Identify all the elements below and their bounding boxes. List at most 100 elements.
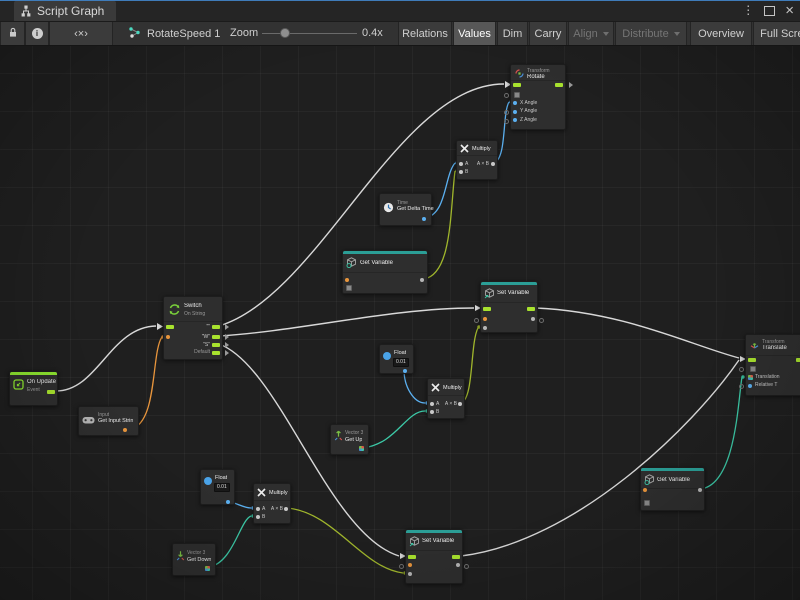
value-out-port[interactable]	[456, 563, 460, 567]
b-in-port[interactable]	[430, 410, 434, 414]
relative-to-in-port[interactable]	[748, 384, 752, 388]
node-translate[interactable]: Transform Translate Translation Relative…	[745, 334, 800, 396]
a-in-port[interactable]	[459, 162, 463, 166]
kebab-menu-icon[interactable]: ⋮	[742, 0, 754, 21]
node-rotate[interactable]: Transform Rotate X Angle Y Angle Z Angle	[510, 64, 566, 130]
name-in-port[interactable]	[408, 563, 412, 567]
tab-bar: Script Graph ⋮ ×	[0, 0, 800, 22]
variable-kind-icon[interactable]	[644, 500, 650, 506]
graph-canvas[interactable]: On Update Event Input Get Input Strin Sw…	[0, 45, 800, 600]
z-angle-label: Z Angle	[520, 117, 537, 123]
value-out-port[interactable]	[531, 317, 535, 321]
zoom-slider-track[interactable]	[262, 33, 357, 34]
node-on-update[interactable]: On Update Event	[9, 371, 58, 406]
code-preview-button[interactable]: ‹×›	[49, 22, 113, 45]
node-multiply-bottom[interactable]: Multiply A A × B B	[253, 483, 291, 524]
target-gameobject-port[interactable]	[750, 366, 756, 372]
node-get-input-string[interactable]: Input Get Input Strin	[78, 406, 139, 436]
a-in-port[interactable]	[430, 402, 434, 406]
distribute-label: Distribute	[622, 28, 668, 40]
flow-in-port[interactable]	[166, 325, 174, 329]
node-divider	[343, 272, 427, 273]
flow-in-port[interactable]	[408, 555, 416, 559]
wire-getvariable-bottom-to-translate	[701, 377, 742, 489]
node-get-variable-bottom[interactable]: Get Variable	[640, 467, 705, 511]
flow-in-port[interactable]	[748, 358, 756, 362]
float-out-port[interactable]	[226, 500, 230, 504]
align-dropdown[interactable]: Align	[568, 22, 614, 45]
tab-script-graph[interactable]: Script Graph	[14, 1, 116, 21]
carry-button[interactable]: Carry	[529, 22, 567, 45]
result-out-port[interactable]	[491, 162, 495, 166]
target-gameobject-port[interactable]	[514, 92, 520, 98]
zoom-slider-knob[interactable]	[280, 28, 290, 38]
value-in-port[interactable]	[483, 326, 487, 330]
vector3-out-port[interactable]	[359, 446, 364, 451]
flow-in-port[interactable]	[483, 307, 491, 311]
b-in-port[interactable]	[256, 515, 260, 519]
fullscreen-button[interactable]: Full Screen	[753, 22, 800, 45]
node-get-delta-time[interactable]: Time Get Delta Time	[379, 193, 432, 226]
selector-in-port[interactable]	[166, 335, 170, 339]
case-out-port[interactable]	[212, 343, 220, 347]
result-out-port[interactable]	[458, 402, 462, 406]
unconnected-port-ring	[464, 564, 469, 569]
float-value-field[interactable]: 0.01	[214, 483, 230, 492]
node-switch-on-string[interactable]: Switch On String "" "W" "S" Default	[163, 296, 223, 360]
name-in-port[interactable]	[345, 278, 349, 282]
float-value-field[interactable]: 0.01	[393, 358, 409, 367]
case-out-port[interactable]	[212, 325, 220, 329]
zoom-slider[interactable]	[262, 22, 357, 45]
overview-label: Overview	[698, 28, 744, 40]
node-title: Translate	[762, 345, 787, 352]
string-out-port[interactable]	[123, 428, 127, 432]
chevron-down-icon	[674, 32, 680, 36]
node-vector3-get-down[interactable]: Vector 3 Get Down	[172, 543, 216, 576]
flow-out-port[interactable]	[47, 390, 55, 394]
flow-out-port[interactable]	[796, 358, 800, 362]
distribute-dropdown[interactable]: Distribute	[615, 22, 687, 45]
close-icon[interactable]: ×	[785, 0, 794, 21]
node-get-variable-top[interactable]: Get Variable	[342, 250, 428, 294]
name-in-port[interactable]	[483, 317, 487, 321]
lock-button[interactable]	[0, 22, 25, 45]
vector3-out-port[interactable]	[205, 566, 210, 571]
variable-kind-icon[interactable]	[346, 285, 352, 291]
float-out-port[interactable]	[403, 369, 407, 373]
flow-out-port[interactable]	[527, 307, 535, 311]
case-out-port[interactable]	[212, 351, 220, 355]
float-out-port[interactable]	[422, 217, 426, 221]
overview-button[interactable]: Overview	[690, 22, 752, 45]
maximize-icon[interactable]	[764, 6, 775, 16]
inspect-button[interactable]: i	[25, 22, 49, 45]
flow-out-port[interactable]	[452, 555, 460, 559]
a-in-port[interactable]	[256, 507, 260, 511]
node-vector3-get-up[interactable]: Vector 3 Get Up	[330, 424, 369, 455]
x-angle-in-port[interactable]	[513, 101, 517, 105]
node-multiply-mid[interactable]: Multiply A A × B B	[427, 378, 465, 419]
relations-button[interactable]: Relations	[398, 22, 452, 45]
name-in-port[interactable]	[643, 488, 647, 492]
value-out-port[interactable]	[698, 488, 702, 492]
node-set-variable-mid[interactable]: Set Variable	[480, 281, 538, 333]
node-divider	[428, 395, 464, 396]
graph-breadcrumb[interactable]: RotateSpeed 1	[128, 22, 220, 45]
values-button[interactable]: Values	[453, 22, 496, 45]
flow-out-port[interactable]	[555, 83, 563, 87]
translation-in-port[interactable]	[748, 375, 753, 380]
dim-button[interactable]: Dim	[497, 22, 528, 45]
node-float-bottom[interactable]: Float 0.01	[200, 469, 235, 505]
z-angle-in-port[interactable]	[513, 118, 517, 122]
flow-in-port[interactable]	[513, 83, 521, 87]
node-multiply-top[interactable]: Multiply A A × B B	[456, 140, 498, 180]
value-out-port[interactable]	[420, 278, 424, 282]
value-in-port[interactable]	[408, 572, 412, 576]
result-out-port[interactable]	[284, 507, 288, 511]
node-set-variable-bottom[interactable]: Set Variable	[405, 529, 463, 584]
wire-multiply-bottom-to-setvariable-bottom	[287, 508, 403, 573]
node-float-mid[interactable]: Float 0.01	[379, 344, 414, 374]
case-out-port[interactable]	[212, 335, 220, 339]
wire-getup-to-multiply-mid	[363, 411, 425, 448]
b-in-port[interactable]	[459, 170, 463, 174]
y-angle-in-port[interactable]	[513, 110, 517, 114]
